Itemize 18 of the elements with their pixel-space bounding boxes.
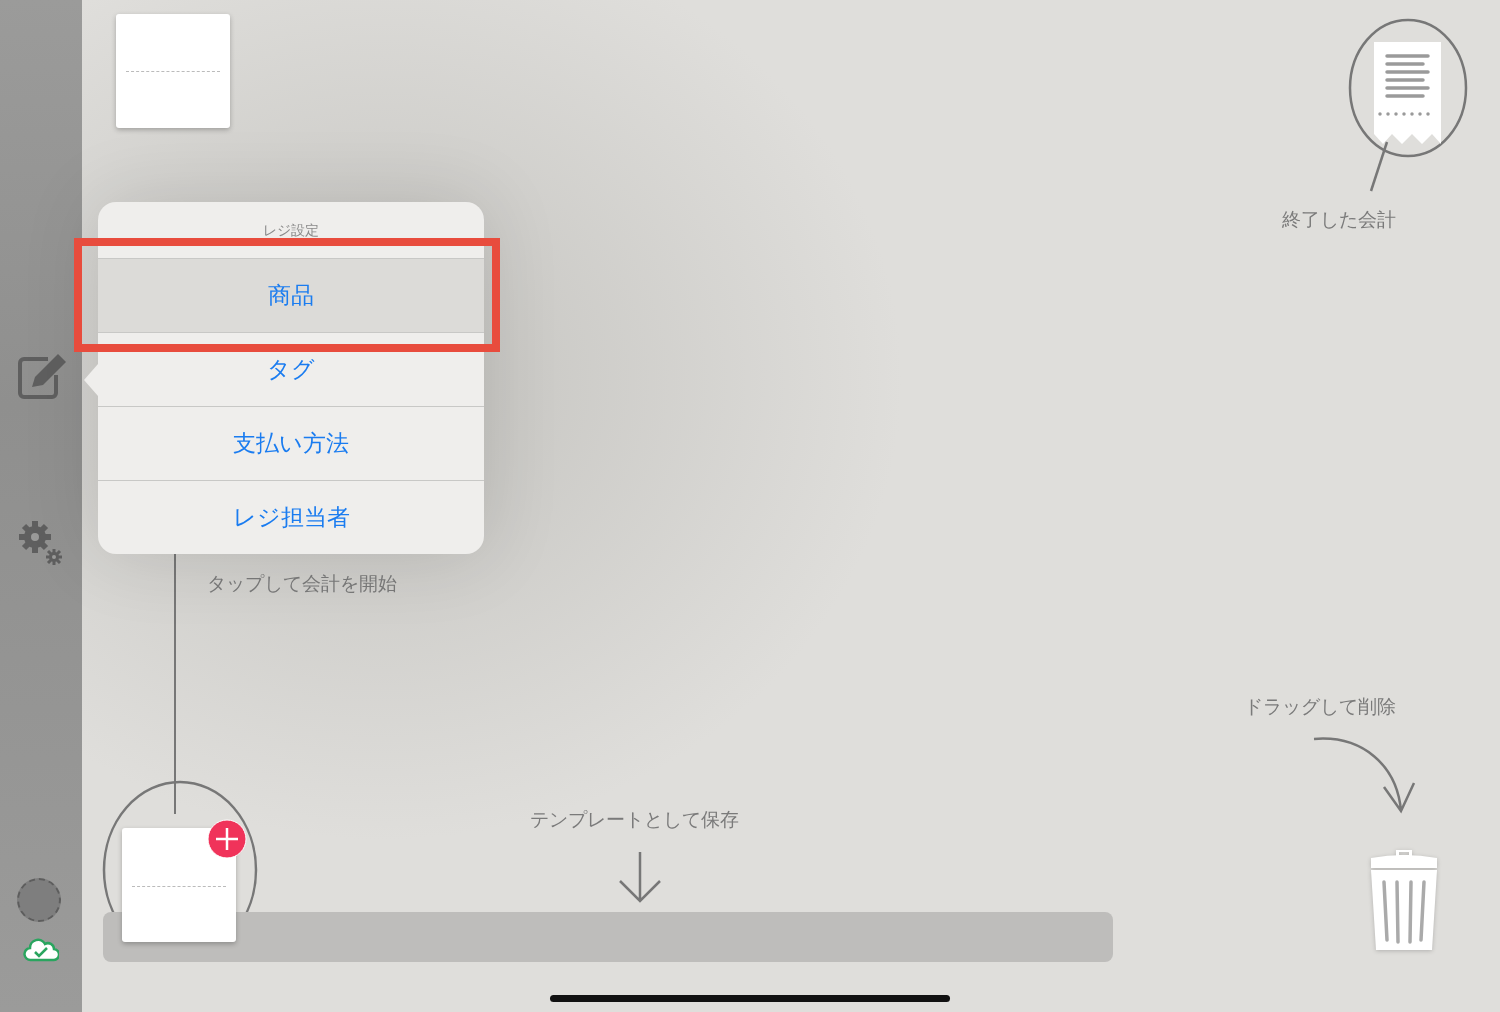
hint-label: タップして会計を開始	[207, 571, 397, 596]
trash-icon[interactable]	[1368, 848, 1440, 952]
settings-icon[interactable]	[18, 520, 64, 566]
avatar-placeholder[interactable]	[17, 878, 61, 922]
cloud-check-icon	[23, 938, 59, 962]
new-receipt-card[interactable]	[122, 828, 236, 942]
hint-label: テンプレートとして保存	[530, 807, 739, 832]
menu-item[interactable]: 支払い方法	[98, 406, 484, 480]
menu-item[interactable]: タグ	[98, 332, 484, 406]
menu-item[interactable]: 商品	[98, 258, 484, 332]
down-arrow	[618, 851, 662, 905]
edit-icon[interactable]	[18, 353, 68, 399]
menu-item[interactable]: レジ担当者	[98, 480, 484, 554]
add-icon[interactable]	[207, 819, 247, 859]
template-tray[interactable]	[103, 912, 1113, 962]
hint-label: 終了した会計	[1282, 207, 1396, 232]
popover-title: レジ設定	[262, 221, 320, 240]
hint-label: ドラッグして削除	[1244, 694, 1396, 719]
